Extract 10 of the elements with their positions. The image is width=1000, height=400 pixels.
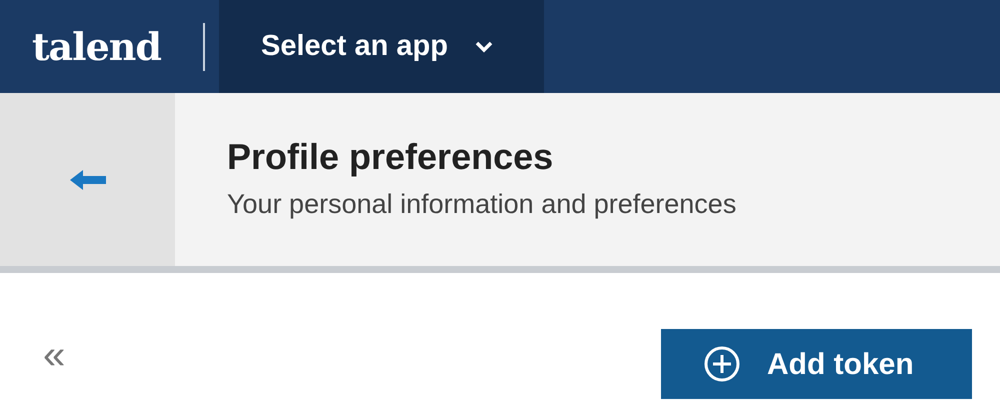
collapse-button[interactable]: « — [43, 335, 66, 375]
chevron-icon — [474, 40, 494, 54]
app-selector-dropdown[interactable]: Select an app — [219, 0, 544, 93]
logo: talend — [31, 23, 162, 71]
back-button[interactable] — [0, 93, 175, 266]
page-title: Profile preferences — [227, 134, 554, 178]
plus-circle-icon — [703, 345, 741, 383]
add-token-button[interactable]: Add token — [661, 329, 972, 399]
page-subtitle: Your personal information and preferences — [227, 188, 736, 221]
back-arrow-icon — [70, 168, 106, 190]
